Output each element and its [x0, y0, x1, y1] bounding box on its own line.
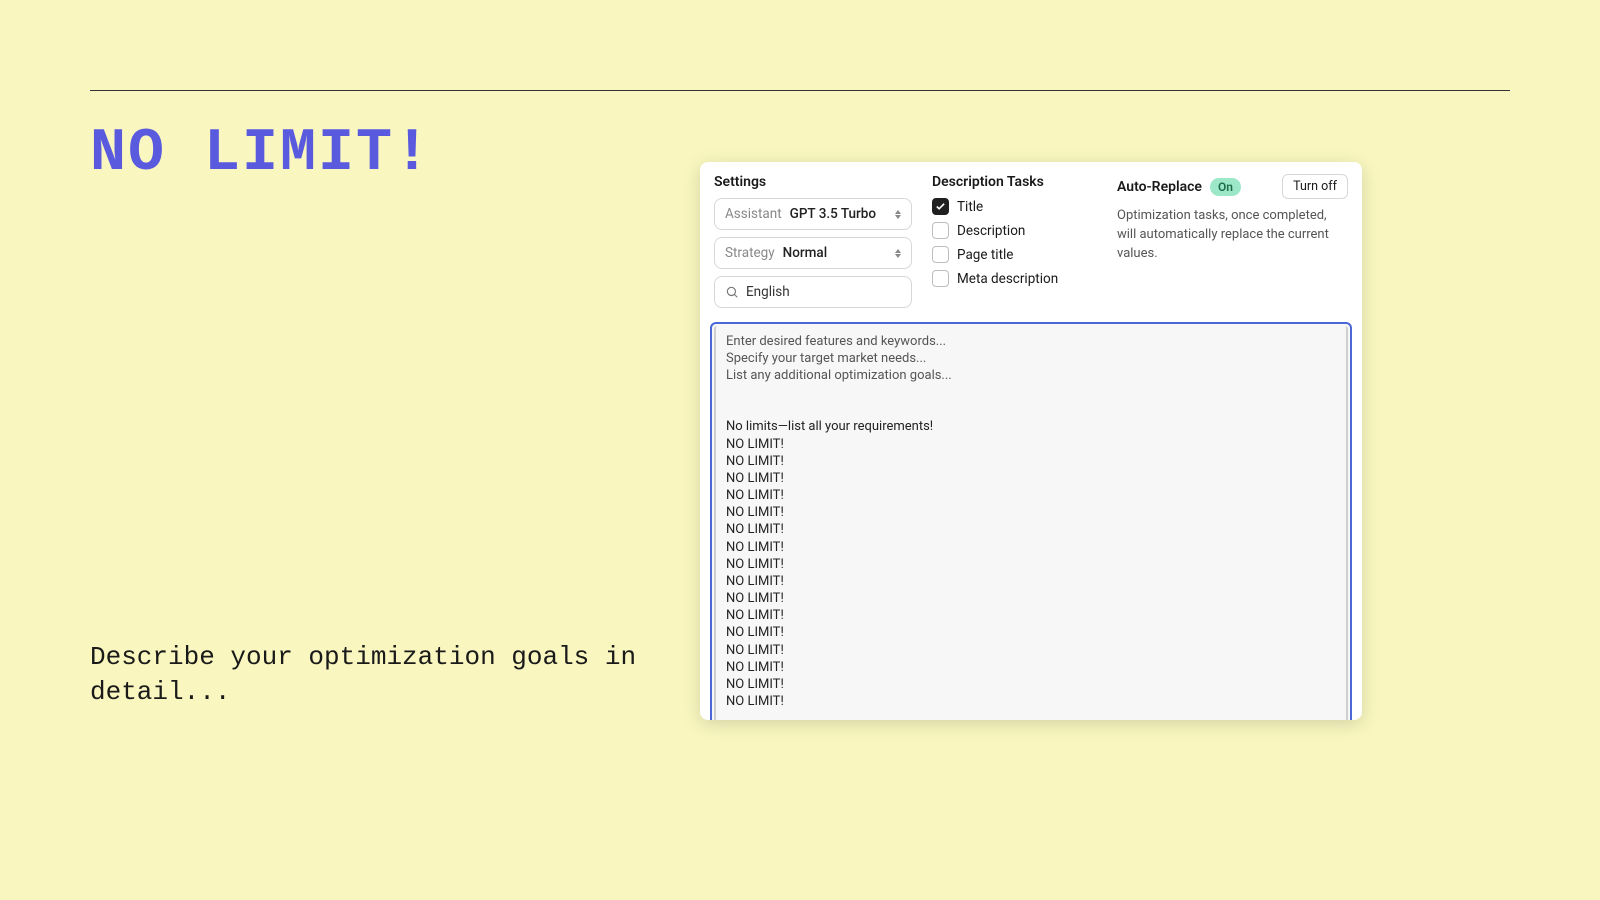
auto-replace-column: Auto-Replace On Turn off Optimization ta…	[1117, 174, 1348, 308]
strategy-label: Strategy	[725, 245, 775, 261]
settings-title: Settings	[714, 174, 912, 190]
task-label: Title	[957, 199, 983, 215]
task-checkbox-meta-description[interactable]: Meta description	[932, 270, 1097, 287]
checkbox-icon	[932, 222, 949, 239]
editor-repeat-line: NO LIMIT!	[726, 607, 1336, 624]
editor-repeat-line: NO LIMIT!	[726, 556, 1336, 573]
chevron-sort-icon	[895, 249, 901, 258]
editor-repeat-line: NO LIMIT!	[726, 453, 1336, 470]
assistant-value: GPT 3.5 Turbo	[790, 206, 876, 222]
task-checkbox-title[interactable]: Title	[932, 198, 1097, 215]
editor-repeat-line: NO LIMIT!	[726, 504, 1336, 521]
auto-replace-desc: Optimization tasks, once completed, will…	[1117, 207, 1348, 264]
language-input[interactable]: English	[714, 276, 912, 308]
search-icon	[725, 285, 739, 299]
editor-repeat-line: NO LIMIT!	[726, 436, 1336, 453]
editor-repeat-line: NO LIMIT!	[726, 521, 1336, 538]
editor-repeat-line: NO LIMIT!	[726, 573, 1336, 590]
editor-repeat-line: NO LIMIT!	[726, 642, 1336, 659]
settings-panel: Settings Assistant GPT 3.5 Turbo Strateg…	[700, 162, 1362, 720]
auto-replace-title: Auto-Replace	[1117, 179, 1202, 195]
editor-repeat-line: NO LIMIT!	[726, 676, 1336, 693]
task-label: Page title	[957, 247, 1013, 263]
editor-repeat-line: NO LIMIT!	[726, 487, 1336, 504]
checkbox-icon	[932, 270, 949, 287]
goals-editor-content[interactable]: Enter desired features and keywords...Sp…	[714, 326, 1348, 720]
editor-repeat-line: NO LIMIT!	[726, 590, 1336, 607]
task-label: Meta description	[957, 271, 1058, 287]
status-badge: On	[1210, 178, 1241, 196]
editor-placeholder-line: Enter desired features and keywords...	[726, 333, 1336, 350]
assistant-label: Assistant	[725, 206, 782, 222]
settings-column: Settings Assistant GPT 3.5 Turbo Strateg…	[714, 174, 912, 308]
goals-editor[interactable]: Enter desired features and keywords...Sp…	[710, 322, 1352, 720]
page-subline: Describe your optimization goals in deta…	[90, 640, 650, 710]
strategy-select[interactable]: Strategy Normal	[714, 237, 912, 269]
page-headline: NO LIMIT!	[90, 120, 432, 188]
language-value: English	[746, 284, 790, 300]
editor-repeat-line: NO LIMIT!	[726, 624, 1336, 641]
task-checkbox-description[interactable]: Description	[932, 222, 1097, 239]
checkbox-icon	[932, 198, 949, 215]
strategy-value: Normal	[783, 245, 828, 261]
task-checkbox-page-title[interactable]: Page title	[932, 246, 1097, 263]
editor-placeholder-line: List any additional optimization goals..…	[726, 367, 1336, 384]
editor-heading-line: No limits—list all your requirements!	[726, 418, 1336, 435]
assistant-select[interactable]: Assistant GPT 3.5 Turbo	[714, 198, 912, 230]
checkbox-icon	[932, 246, 949, 263]
task-label: Description	[957, 223, 1025, 239]
turn-off-button[interactable]: Turn off	[1282, 174, 1348, 199]
tasks-column: Description Tasks Title Description Page t…	[932, 174, 1097, 308]
editor-repeat-line: NO LIMIT!	[726, 693, 1336, 710]
divider-rule	[90, 90, 1510, 91]
panel-top-row: Settings Assistant GPT 3.5 Turbo Strateg…	[700, 162, 1362, 316]
editor-placeholder-line: Specify your target market needs...	[726, 350, 1336, 367]
editor-repeat-line: NO LIMIT!	[726, 659, 1336, 676]
chevron-sort-icon	[895, 210, 901, 219]
tasks-title: Description Tasks	[932, 174, 1097, 190]
editor-repeat-line: NO LIMIT!	[726, 470, 1336, 487]
editor-repeat-line: NO LIMIT!	[726, 539, 1336, 556]
editor-blank-line	[726, 384, 1336, 418]
